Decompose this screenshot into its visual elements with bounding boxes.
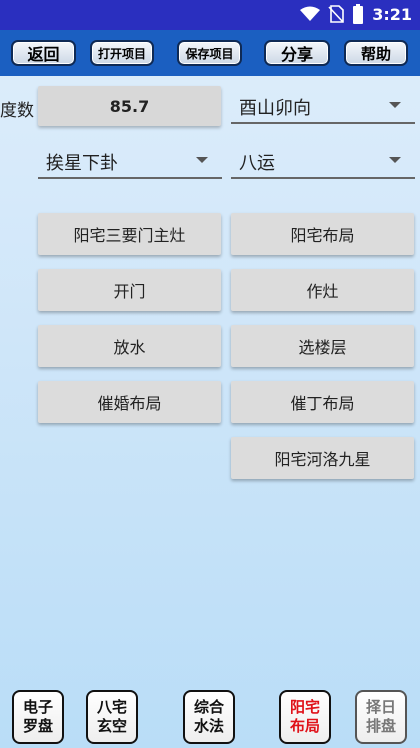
nav-water[interactable]: 综合水法 — [183, 690, 235, 744]
nav-date[interactable]: 择日排盘 — [355, 690, 407, 744]
degree-label: 度数 — [0, 101, 34, 121]
battery-icon — [353, 4, 364, 24]
top-toolbar: 返回 打开项目 保存项目 分享 帮助 — [0, 30, 420, 76]
nav-date-label: 择日排盘 — [365, 698, 396, 735]
method-select-value: 挨星下卦 — [46, 153, 118, 174]
direction-select[interactable]: 酉山卯向 — [231, 88, 415, 124]
heluo-nine-star-button[interactable]: 阳宅河洛九星 — [231, 437, 414, 479]
save-project-button[interactable]: 保存项目 — [177, 40, 242, 66]
period-select[interactable]: 八运 — [231, 143, 415, 179]
open-project-button[interactable]: 打开项目 — [90, 40, 154, 66]
back-button[interactable]: 返回 — [11, 40, 76, 66]
chevron-down-icon — [389, 157, 401, 163]
status-time: 3:21 — [372, 4, 412, 24]
floor-select-button[interactable]: 选楼层 — [231, 325, 414, 367]
chevron-down-icon — [196, 157, 208, 163]
direction-select-value: 酉山卯向 — [239, 98, 311, 119]
stove-button[interactable]: 作灶 — [231, 269, 414, 311]
layout-button[interactable]: 阳宅布局 — [231, 213, 414, 255]
nav-yangzhai[interactable]: 阳宅布局 — [279, 690, 331, 744]
water-release-button[interactable]: 放水 — [38, 325, 221, 367]
chevron-down-icon — [389, 102, 401, 108]
nav-bazhai[interactable]: 八宅玄空 — [86, 690, 138, 744]
degree-field[interactable]: 85.7 — [38, 86, 221, 126]
no-sim-icon — [328, 5, 345, 23]
marriage-layout-button[interactable]: 催婚布局 — [38, 381, 221, 423]
offspring-layout-button[interactable]: 催丁布局 — [231, 381, 414, 423]
nav-compass-label: 电子罗盘 — [22, 698, 53, 735]
period-select-value: 八运 — [239, 153, 275, 174]
wifi-icon — [300, 6, 321, 21]
open-door-button[interactable]: 开门 — [38, 269, 221, 311]
share-button[interactable]: 分享 — [264, 40, 330, 66]
nav-compass[interactable]: 电子罗盘 — [12, 690, 64, 744]
nav-water-label: 综合水法 — [193, 698, 224, 735]
nav-yangzhai-label: 阳宅布局 — [289, 698, 320, 735]
nav-bazhai-label: 八宅玄空 — [96, 698, 127, 735]
status-icons: 3:21 — [300, 4, 412, 24]
method-select[interactable]: 挨星下卦 — [38, 143, 222, 179]
status-bar: 3:21 — [0, 0, 420, 30]
sanyao-button[interactable]: 阳宅三要门主灶 — [38, 213, 221, 255]
help-button[interactable]: 帮助 — [344, 40, 408, 66]
